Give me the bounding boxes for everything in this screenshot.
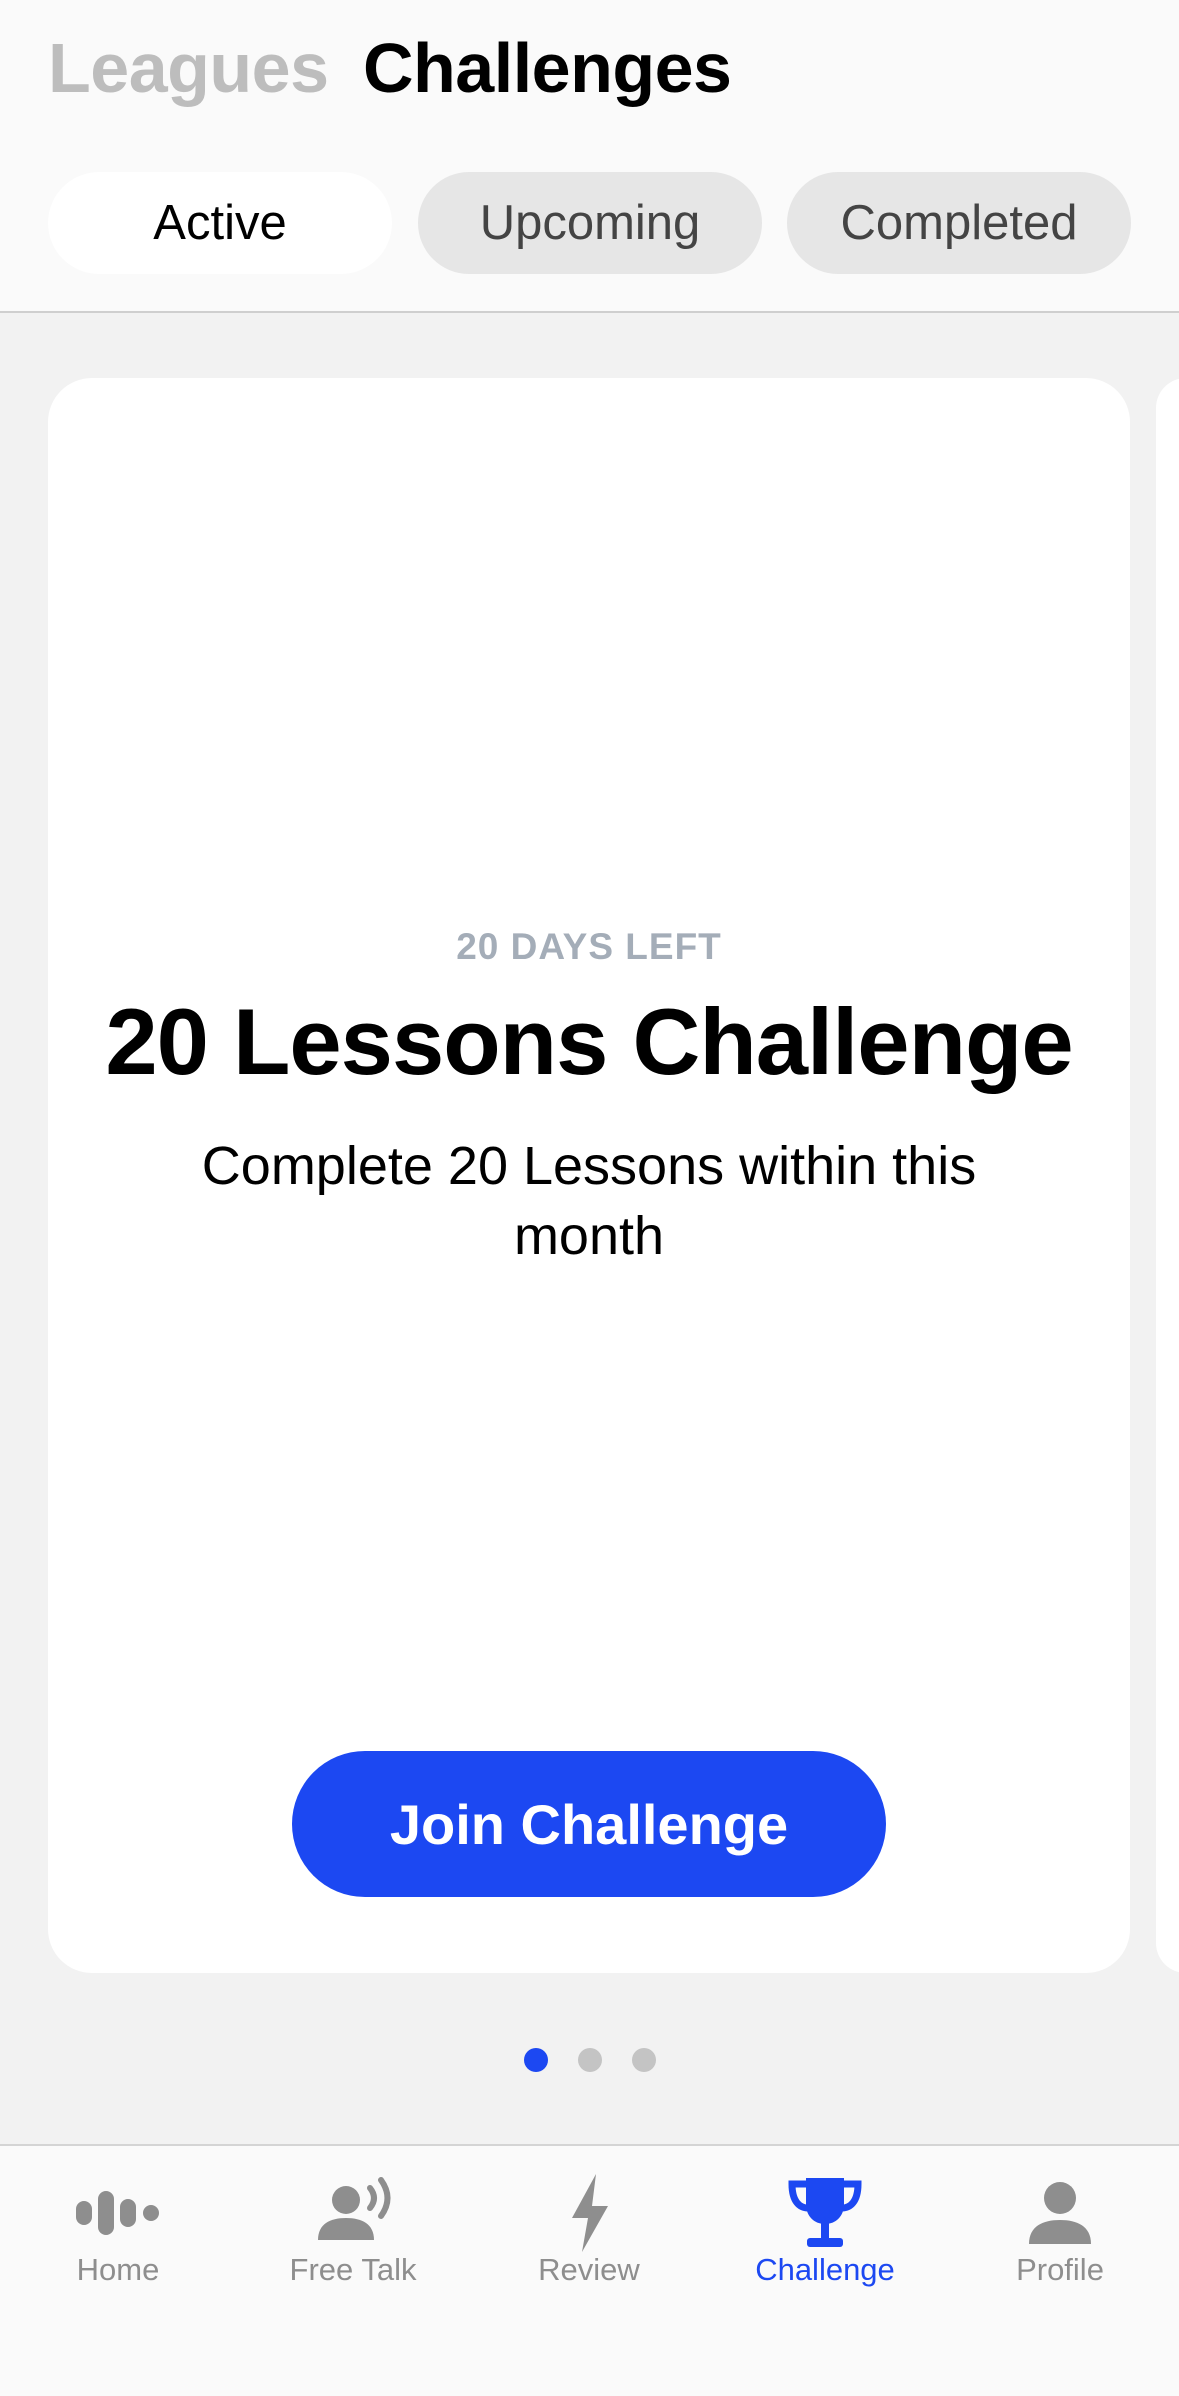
page-dot-2[interactable] [578,2048,602,2072]
filter-active-button[interactable]: Active [48,172,392,274]
trophy-icon [788,2178,862,2247]
tabbar-label-free-talk: Free Talk [289,2252,417,2287]
tabbar-item-challenge[interactable]: Challenge [707,2146,943,2346]
person-speaking-icon [318,2177,391,2240]
bottom-tab-bar: Home Free Talk Review Challenge Profile [0,2144,1179,2396]
header: Leagues Challenges Active Upcoming Compl… [0,0,1179,313]
tab-challenges[interactable]: Challenges [363,28,732,108]
tabbar-label-home: Home [76,2252,160,2287]
challenge-card: 20 DAYS LEFT 20 Lessons Challenge Comple… [48,378,1130,1973]
person-icon [1029,2182,1091,2244]
days-left-label: 20 DAYS LEFT [456,926,722,967]
pagination-dots [524,2048,656,2072]
waveform-icon [76,2191,159,2235]
tabbar-item-home[interactable]: Home [0,2146,236,2346]
filter-completed-button[interactable]: Completed [787,172,1131,274]
page-dot-1[interactable] [524,2048,548,2072]
tabbar-label-challenge: Challenge [755,2252,895,2287]
tabbar-item-profile[interactable]: Profile [942,2146,1178,2346]
tabbar-item-free-talk[interactable]: Free Talk [235,2146,471,2346]
challenge-description: Complete 20 Lessons within this month [201,1136,977,1266]
join-challenge-button[interactable]: Join Challenge [292,1751,886,1897]
tab-leagues[interactable]: Leagues [48,28,329,108]
tabbar-item-review[interactable]: Review [471,2146,707,2346]
next-challenge-card-peek[interactable] [1156,378,1179,1973]
page-dot-3[interactable] [632,2048,656,2072]
tabbar-label-review: Review [538,2252,640,2287]
challenge-title: 20 Lessons Challenge [105,989,1073,1094]
filter-upcoming-button[interactable]: Upcoming [418,172,762,274]
lightning-bolt-icon [572,2174,608,2252]
tabbar-label-profile: Profile [1016,2252,1104,2287]
